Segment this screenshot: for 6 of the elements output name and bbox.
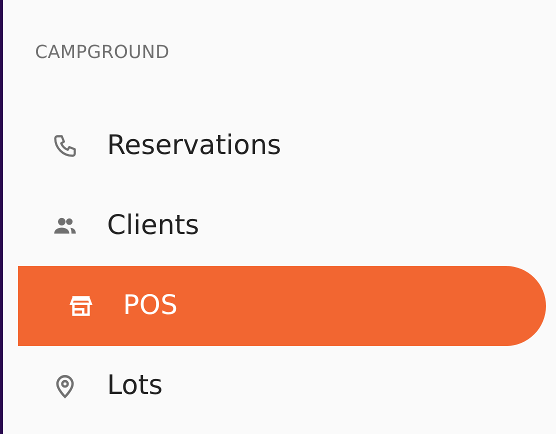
nav-item[interactable]: Clients: [18, 186, 546, 266]
phone-icon: [52, 133, 78, 159]
nav-item[interactable]: Reservations: [18, 106, 546, 186]
section-title: CAMPGROUND: [35, 42, 170, 63]
nav-item[interactable]: Lots: [18, 346, 546, 426]
storefront-icon: [68, 293, 94, 319]
